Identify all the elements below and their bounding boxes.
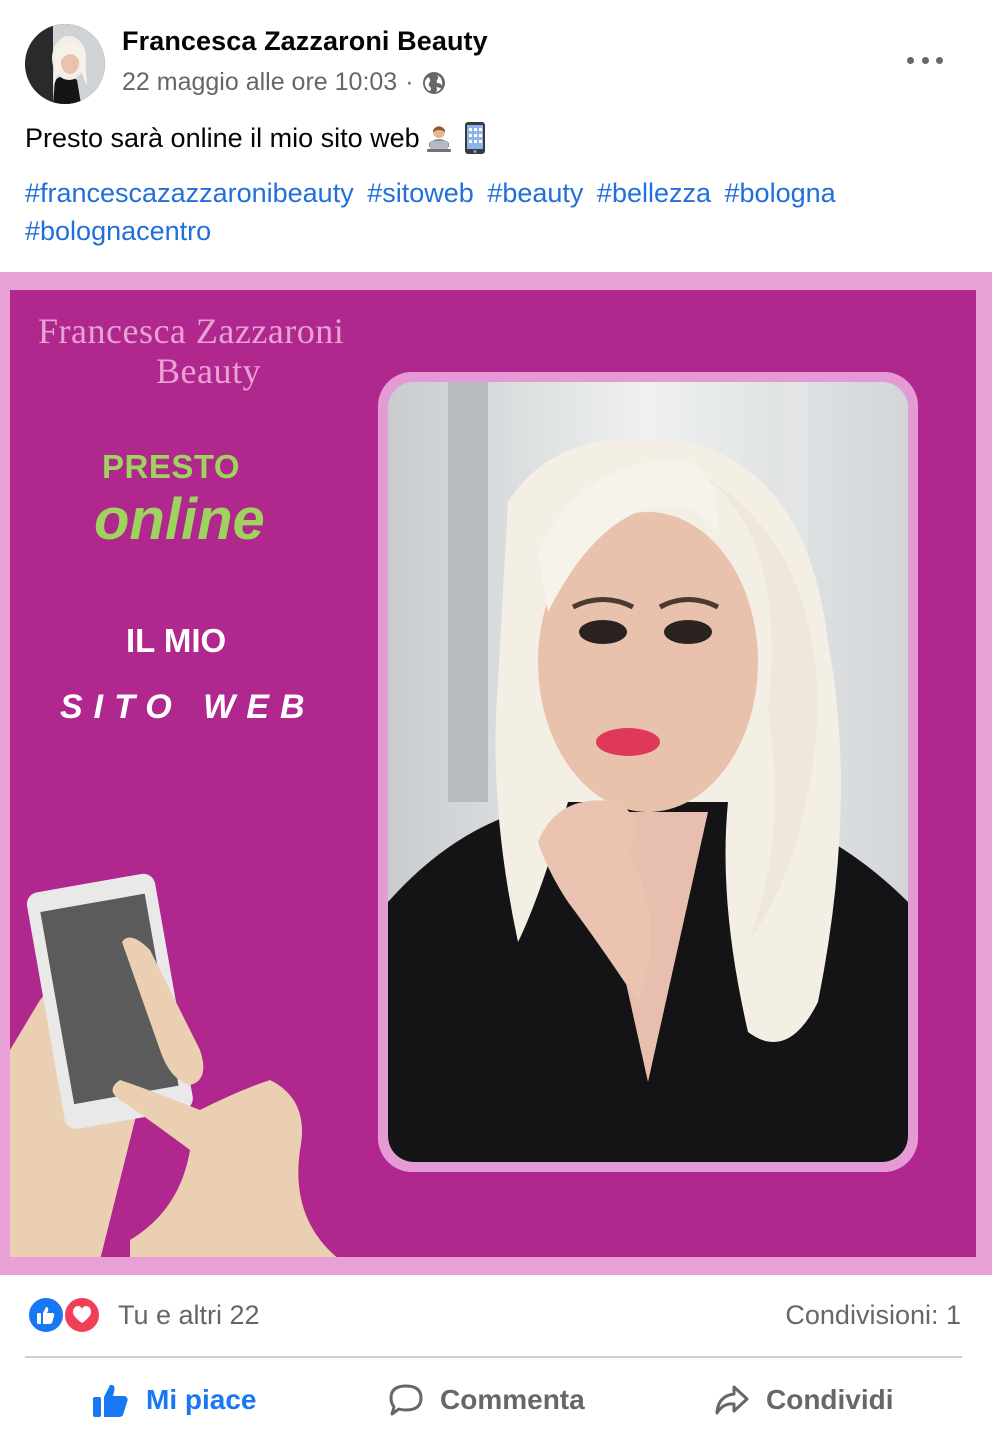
meta-separator: · <box>405 68 414 96</box>
brand-subtitle: Beauty <box>156 351 261 391</box>
presto-text: PRESTO <box>102 448 241 485</box>
post-message: Presto sarà online il mio sito web <box>25 122 420 153</box>
technologist-emoji-icon <box>426 126 451 152</box>
share-button[interactable]: Condividi <box>714 1378 894 1422</box>
thumbs-up-icon <box>93 1384 128 1417</box>
page-name[interactable]: Francesca Zazzaroni Beauty <box>122 26 488 57</box>
reaction-count[interactable]: Tu e altri 22 <box>118 1300 260 1331</box>
sito-web-text: SITO WEB <box>60 688 316 726</box>
hashtag-link[interactable]: #bellezza <box>597 178 711 208</box>
phone-hand-illustration <box>10 873 337 1257</box>
hashtag-link[interactable]: #bologna <box>725 178 836 208</box>
comment-icon <box>389 1384 423 1416</box>
portrait-photo <box>388 382 908 1162</box>
divider <box>25 1356 962 1358</box>
dot <box>921 56 929 64</box>
like-button[interactable]: Mi piace <box>92 1378 256 1422</box>
hashtags: #francescazazzaronibeauty #sitoweb #beau… <box>25 174 965 250</box>
hashtag-link[interactable]: #francescazazzaronibeauty <box>25 178 354 208</box>
dot <box>907 56 914 64</box>
reaction-icons[interactable] <box>27 1296 105 1336</box>
love-reaction-icon <box>63 1296 101 1334</box>
comment-button[interactable]: Commenta <box>388 1378 585 1422</box>
hashtag-link[interactable]: #bolognacentro <box>25 216 211 246</box>
il-mio-text: IL MIO <box>126 622 227 659</box>
action-bar: Mi piace Commenta Condividi <box>0 1372 992 1428</box>
post-date[interactable]: 22 maggio alle ore 10:03 <box>122 68 397 97</box>
hashtag-link[interactable]: #sitoweb <box>367 178 474 208</box>
dot <box>936 56 943 64</box>
mobile-phone-emoji-icon <box>464 122 485 154</box>
hashtag-link[interactable]: #beauty <box>487 178 583 208</box>
post-image[interactable]: Francesca Zazzaroni Beauty PRESTO online… <box>0 272 992 1275</box>
portrait-frame <box>378 372 918 1172</box>
promo-graphic: Francesca Zazzaroni Beauty PRESTO online… <box>10 290 976 1257</box>
post-meta: 22 maggio alle ore 10:03 · <box>122 68 446 97</box>
like-reaction-icon <box>27 1296 65 1334</box>
brand-title: Francesca Zazzaroni <box>38 311 345 351</box>
more-options-icon[interactable] <box>903 48 947 72</box>
post-text: Presto sarà online il mio sito web <box>25 122 486 154</box>
post-header: Francesca Zazzaroni Beauty 22 maggio all… <box>0 0 992 110</box>
globe-icon[interactable] <box>422 71 446 95</box>
reactions-bar: Tu e altri 22 Condivisioni: 1 <box>25 1296 965 1338</box>
online-text: online <box>94 487 265 552</box>
share-count[interactable]: Condivisioni: 1 <box>785 1300 961 1331</box>
comment-label: Commenta <box>440 1384 585 1415</box>
share-label: Condividi <box>766 1384 894 1415</box>
like-label: Mi piace <box>146 1384 257 1415</box>
share-icon <box>715 1385 749 1415</box>
avatar[interactable] <box>25 24 105 104</box>
